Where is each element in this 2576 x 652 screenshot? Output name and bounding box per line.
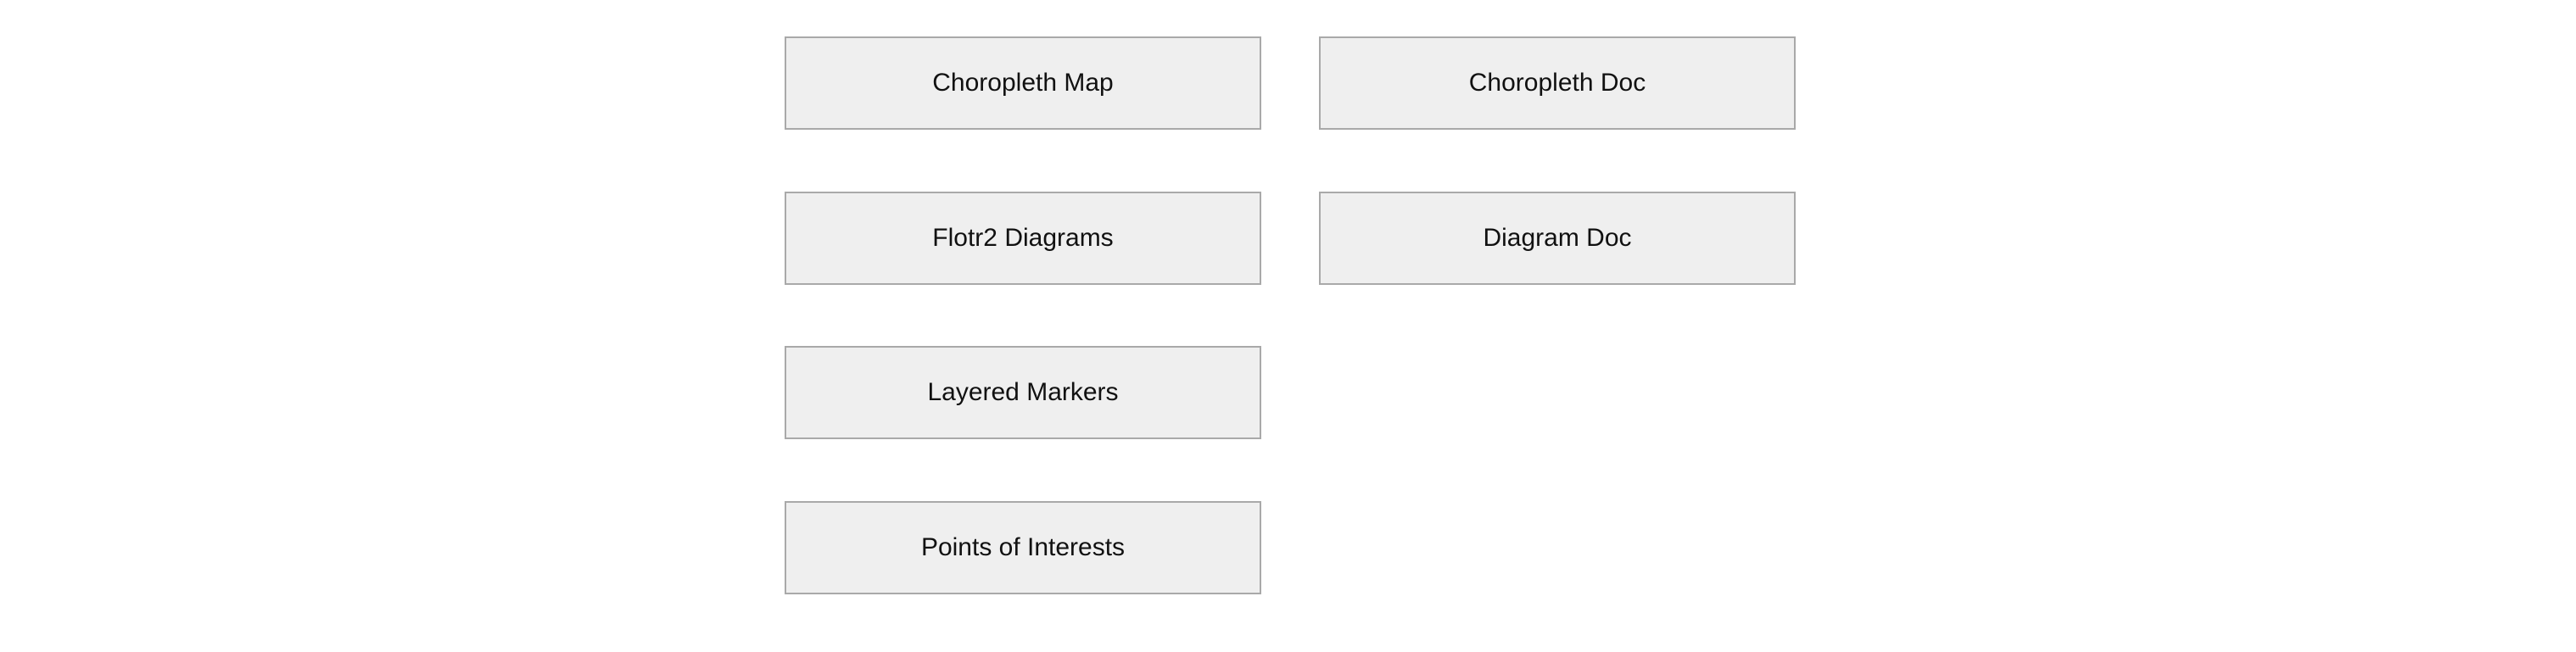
points-of-interests-button[interactable]: Points of Interests xyxy=(785,501,1261,594)
choropleth-doc-label: Choropleth Doc xyxy=(1468,69,1646,97)
choropleth-map-label: Choropleth Map xyxy=(932,69,1114,97)
diagram-doc-button[interactable]: Diagram Doc xyxy=(1319,192,1796,285)
flotr2-diagrams-label: Flotr2 Diagrams xyxy=(932,224,1114,252)
flotr2-diagrams-button[interactable]: Flotr2 Diagrams xyxy=(785,192,1261,285)
choropleth-doc-button[interactable]: Choropleth Doc xyxy=(1319,36,1796,130)
diagram-doc-label: Diagram Doc xyxy=(1483,224,1632,252)
points-of-interests-label: Points of Interests xyxy=(920,533,1126,561)
layered-markers-button[interactable]: Layered Markers xyxy=(785,346,1261,439)
layered-markers-label: Layered Markers xyxy=(927,378,1119,406)
choropleth-map-button[interactable]: Choropleth Map xyxy=(785,36,1261,130)
